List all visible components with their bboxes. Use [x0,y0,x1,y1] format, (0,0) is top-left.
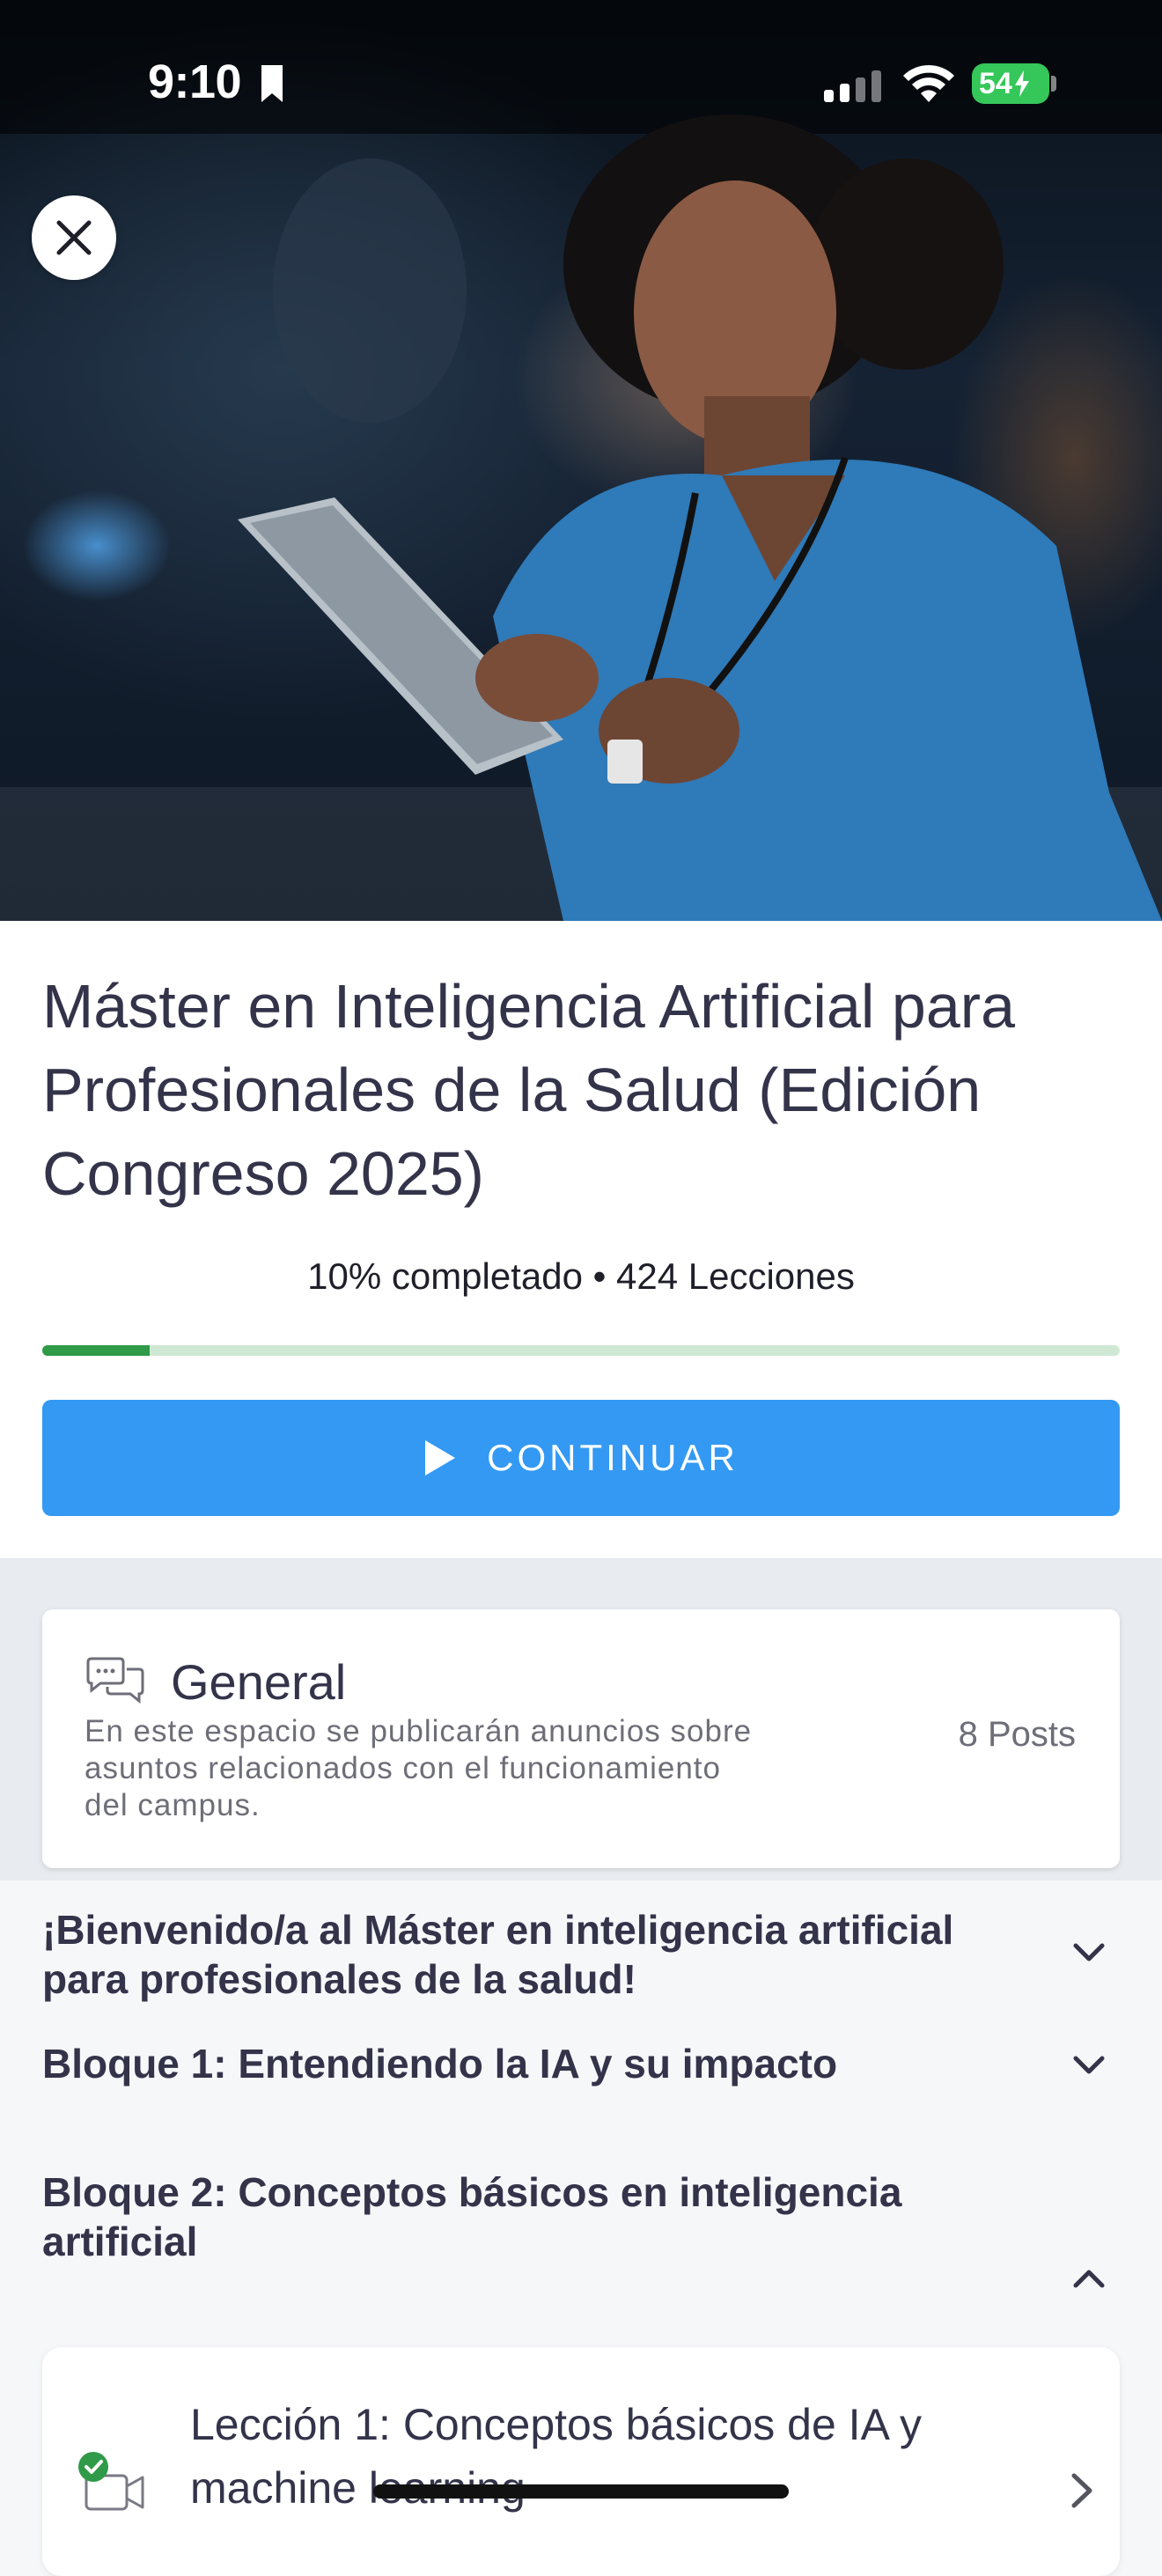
lesson-title: Lección 1: Conceptos básicos de IA y mac… [190,2400,923,2513]
continue-button[interactable]: CONTINUAR [42,1400,1120,1516]
charging-bolt-icon [1014,70,1029,97]
video-icon [78,2452,144,2511]
chevron-right-icon [1071,2473,1092,2508]
section-title: Bloque 1: Entendiendo la IA y su impacto [42,2041,838,2087]
forum-title: General [171,1654,347,1710]
chevron-down-icon [1073,1943,1105,1961]
forum-post-count: 8 Posts [958,1715,1076,1754]
course-header: Máster en Inteligencia Artificial para P… [0,921,1162,1558]
battery-level: 54 [979,66,1012,100]
forum-card-general[interactable]: General En este espacio se publicarán an… [42,1609,1120,1868]
chevron-up-icon [1073,2270,1105,2288]
course-progress-fill [42,1345,151,1356]
chevron-down-icon [1073,2056,1105,2074]
section-welcome[interactable]: ¡Bienvenido/a al Máster en inteligencia … [0,1880,1162,2013]
section-bloque-1[interactable]: Bloque 1: Entendiendo la IA y su impacto [0,2013,1162,2145]
play-icon [425,1440,456,1476]
wifi-icon [903,64,954,102]
bookmark-icon [261,65,283,102]
course-hero-image: 9:10 54 [0,0,1162,921]
cellular-signal-icon [824,70,881,102]
section-title: ¡Bienvenido/a al Máster en inteligencia … [42,1907,954,2002]
close-icon [56,220,92,255]
close-button[interactable] [32,195,116,280]
chat-bubbles-icon [86,1657,144,1704]
battery-tip [1051,76,1056,92]
completed-check-icon [78,2452,108,2482]
course-title: Máster en Inteligencia Artificial para P… [42,972,1015,1208]
home-indicator[interactable] [373,2484,789,2499]
status-time: 9:10 [148,55,242,108]
hero-illustration [238,114,1162,921]
section-title: Bloque 2: Conceptos básicos en inteligen… [42,2169,902,2264]
forum-description: En este espacio se publicarán anuncios s… [85,1714,753,1822]
continue-button-label: CONTINUAR [487,1437,739,1478]
lesson-card[interactable]: Lección 1: Conceptos básicos de IA y mac… [42,2347,1120,2576]
course-progress-text: 10% completado • 424 Lecciones [307,1255,855,1297]
course-progress-bar [42,1345,1120,1356]
battery-indicator: 54 [972,63,1049,104]
